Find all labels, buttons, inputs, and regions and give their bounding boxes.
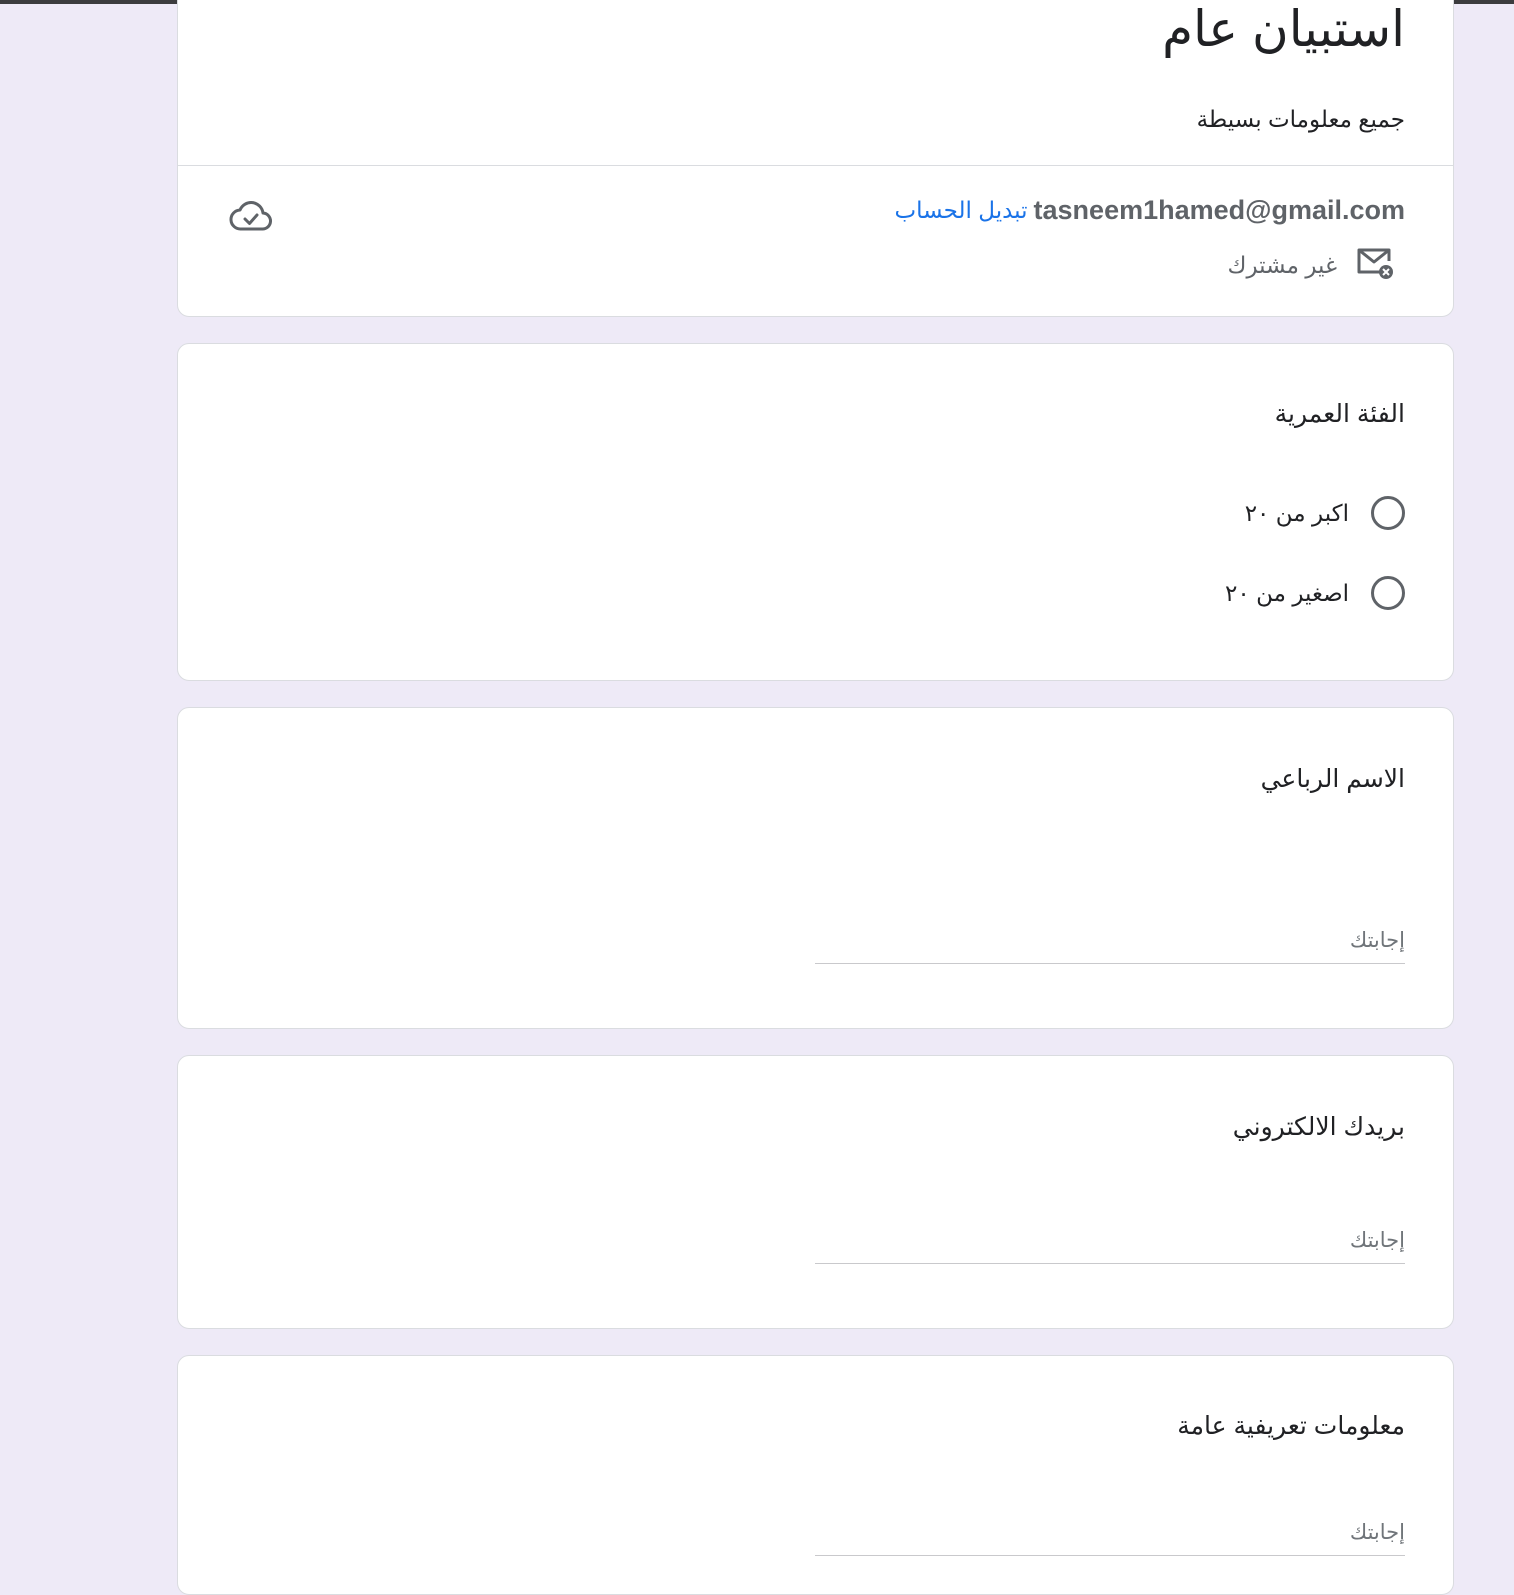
form-description: جميع معلومات بسيطة bbox=[1196, 106, 1405, 132]
question-card-email: بريدك الالكتروني bbox=[177, 1055, 1454, 1329]
account-email: tasneem1hamed@gmail.com bbox=[1033, 194, 1405, 225]
not-shared-label: غير مشترك bbox=[1227, 251, 1337, 278]
question-title: الفئة العمرية bbox=[1274, 400, 1405, 428]
switch-account-link[interactable]: تبديل الحساب bbox=[894, 197, 1027, 224]
not-shared-status: غير مشترك bbox=[1228, 245, 1395, 285]
radio-button[interactable] bbox=[1371, 576, 1405, 610]
radio-option-over-20[interactable]: اكبر من ٢٠ bbox=[1245, 492, 1405, 534]
question-card-general-info: معلومات تعريفية عامة bbox=[177, 1355, 1454, 1595]
question-card-full-name: الاسم الرباعي bbox=[177, 707, 1454, 1029]
radio-option-under-20[interactable]: اصغير من ٢٠ bbox=[1225, 572, 1405, 614]
question-title: معلومات تعريفية عامة bbox=[1177, 1412, 1405, 1440]
cloud-saved-icon bbox=[228, 193, 274, 239]
mail-off-icon bbox=[1355, 246, 1395, 285]
radio-label: اصغير من ٢٠ bbox=[1225, 579, 1349, 606]
form-header-card: استبيان عام جميع معلومات بسيطة tasneem1h… bbox=[177, 0, 1454, 317]
radio-button[interactable] bbox=[1371, 496, 1405, 530]
header-divider bbox=[178, 165, 1453, 166]
radio-label: اكبر من ٢٠ bbox=[1244, 499, 1349, 526]
answer-input-full-name[interactable] bbox=[815, 918, 1405, 964]
question-title: بريدك الالكتروني bbox=[1232, 1113, 1405, 1141]
account-row: tasneem1hamed@gmail.com تبديل الحساب bbox=[894, 192, 1405, 228]
answer-input-email[interactable] bbox=[815, 1218, 1405, 1264]
question-card-age: الفئة العمرية اكبر من ٢٠ اصغير من ٢٠ bbox=[177, 343, 1454, 681]
question-title: الاسم الرباعي bbox=[1260, 765, 1405, 793]
answer-input-general-info[interactable] bbox=[815, 1510, 1405, 1556]
form-title: استبيان عام bbox=[1162, 1, 1405, 57]
